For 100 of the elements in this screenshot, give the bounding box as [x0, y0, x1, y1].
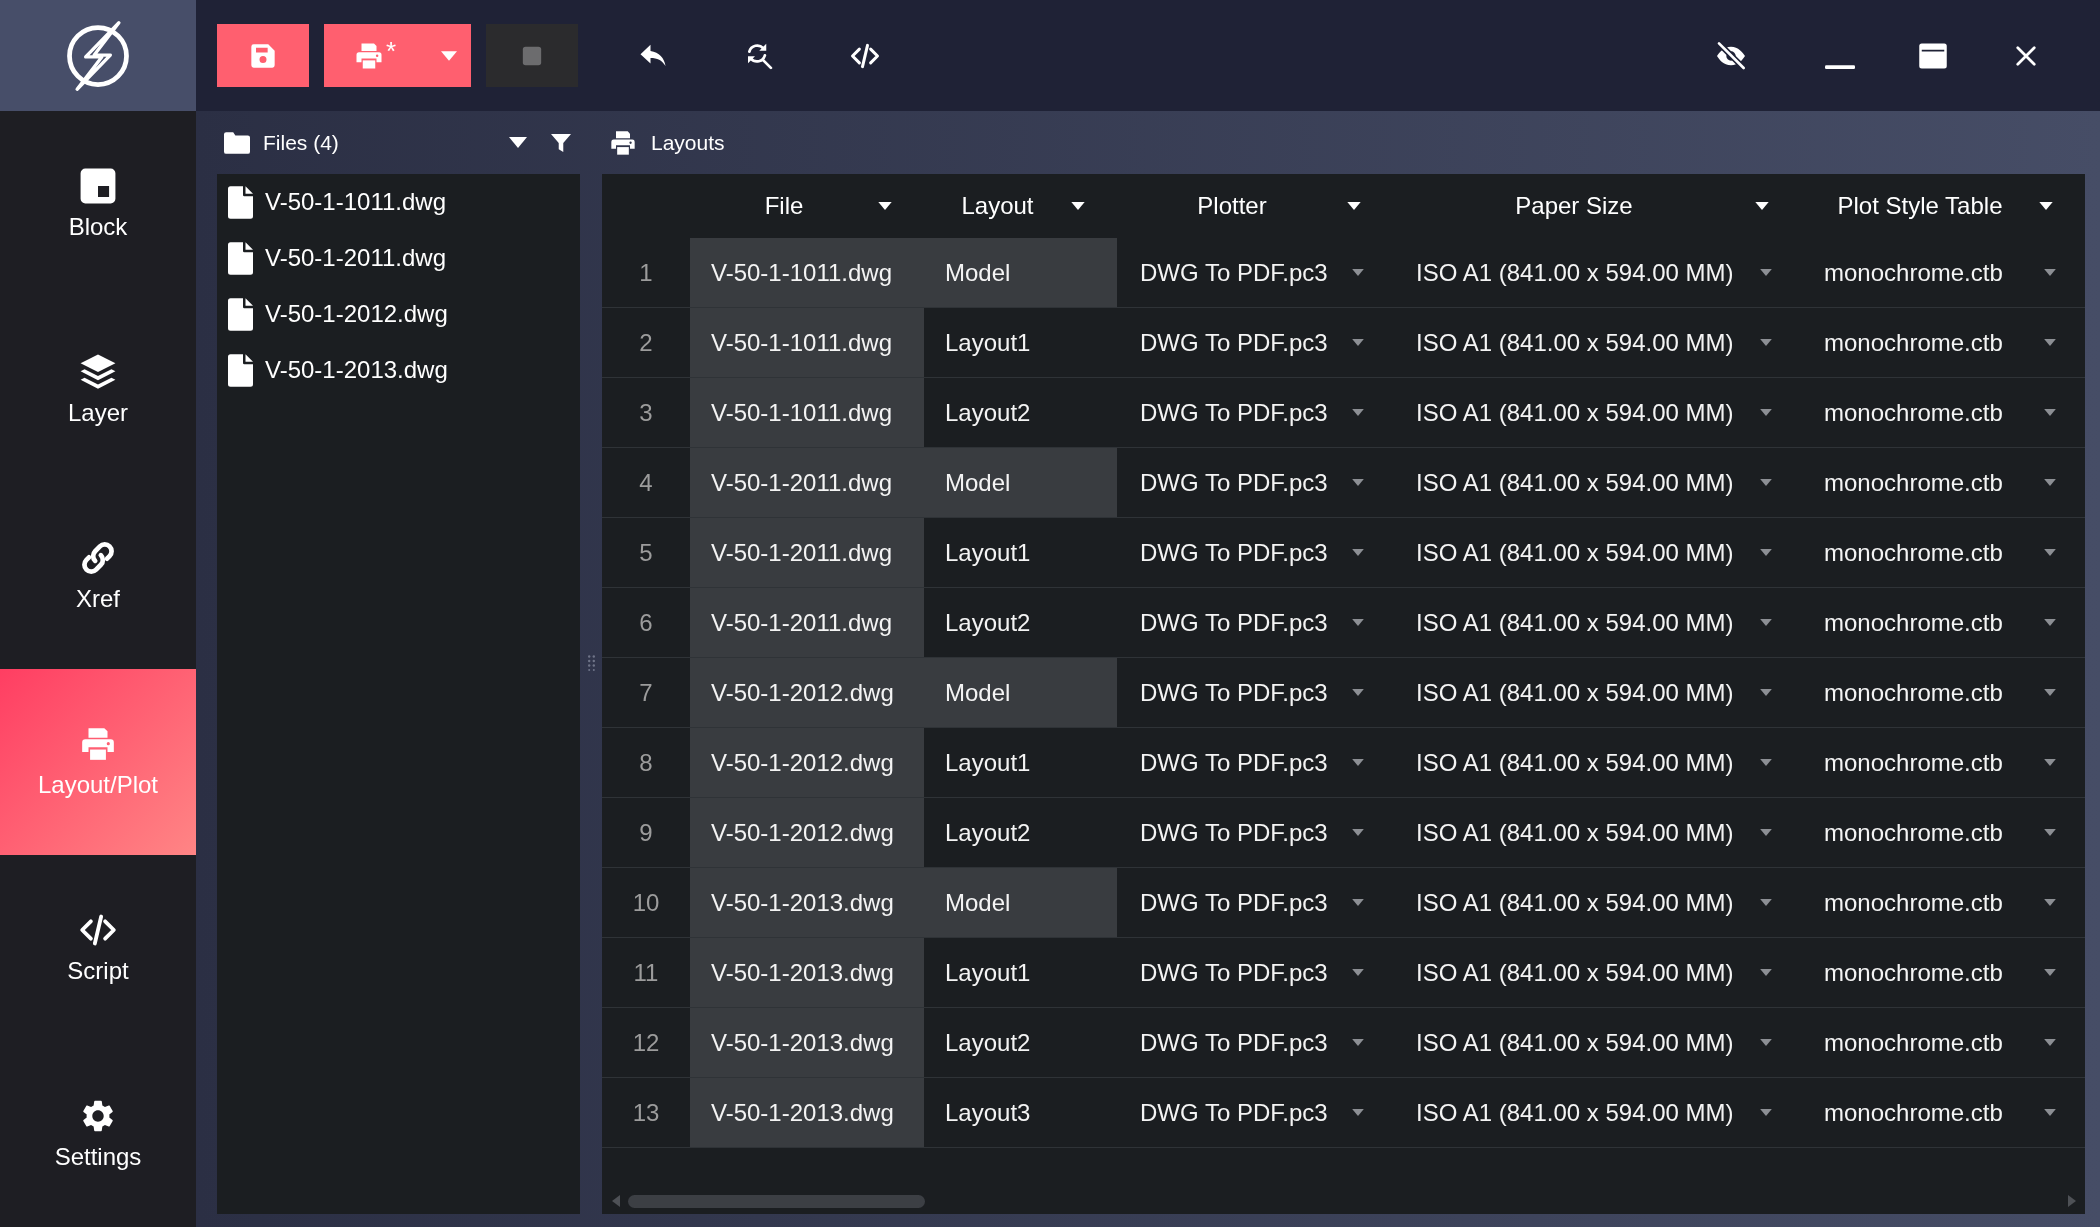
table-cell: V-50-1-2011.dwg: [690, 448, 924, 517]
plotter-dropdown[interactable]: DWG To PDF.pc3: [1117, 868, 1393, 937]
caret-icon: [1352, 549, 1364, 556]
row-number: 13: [631, 1097, 661, 1128]
table-cell: Model: [924, 238, 1117, 307]
file-item[interactable]: V-50-1-2013.dwg: [217, 342, 580, 398]
column-header[interactable]: File: [690, 174, 924, 238]
caret-icon: [2044, 479, 2056, 486]
plot-style-dropdown[interactable]: monochrome.ctb: [1801, 308, 2085, 377]
file-icon: [228, 353, 253, 387]
paper-size-dropdown[interactable]: ISO A1 (841.00 x 594.00 MM): [1393, 938, 1801, 1007]
caret-icon: [1760, 269, 1772, 276]
paper-size-dropdown[interactable]: ISO A1 (841.00 x 594.00 MM): [1393, 1008, 1801, 1077]
plot-style-dropdown[interactable]: monochrome.ctb: [1801, 588, 2085, 657]
table-cell: Model: [924, 448, 1117, 517]
sidebar-item[interactable]: Xref: [0, 483, 196, 669]
table-cell-text: Layout2: [944, 607, 1032, 638]
row-number: 4: [638, 467, 654, 498]
file-icon: [228, 185, 253, 219]
table-cell-text: Layout1: [944, 327, 1032, 358]
plotter-dropdown[interactable]: DWG To PDF.pc3: [1117, 798, 1393, 867]
row-number: 10: [631, 887, 661, 918]
plot-style-dropdown[interactable]: monochrome.ctb: [1801, 798, 2085, 867]
plot-style-dropdown[interactable]: monochrome.ctb: [1801, 518, 2085, 587]
row-number: 2: [638, 327, 654, 358]
plotter-dropdown[interactable]: DWG To PDF.pc3: [1117, 518, 1393, 587]
splitter-handle[interactable]: [587, 654, 595, 671]
column-header[interactable]: Plotter: [1117, 174, 1393, 238]
plot-style-dropdown[interactable]: monochrome.ctb: [1801, 728, 2085, 797]
caret-icon: [2044, 759, 2056, 766]
plotter-dropdown[interactable]: DWG To PDF.pc3: [1117, 238, 1393, 307]
plot-style-dropdown[interactable]: monochrome.ctb: [1801, 238, 2085, 307]
caret-icon: [2039, 202, 2053, 210]
caret-icon: [2044, 409, 2056, 416]
plot-style-dropdown[interactable]: monochrome.ctb: [1801, 1078, 2085, 1147]
paper-size-dropdown[interactable]: ISO A1 (841.00 x 594.00 MM): [1393, 308, 1801, 377]
plotter-dropdown[interactable]: DWG To PDF.pc3: [1117, 1078, 1393, 1147]
caret-icon: [2044, 1109, 2056, 1116]
plotter-dropdown[interactable]: DWG To PDF.pc3: [1117, 378, 1393, 447]
caret-icon: [878, 202, 892, 210]
paper-size-dropdown[interactable]: ISO A1 (841.00 x 594.00 MM): [1393, 448, 1801, 517]
caret-icon: [2044, 269, 2056, 276]
paper-size-dropdown[interactable]: ISO A1 (841.00 x 594.00 MM): [1393, 728, 1801, 797]
plot-style-dropdown[interactable]: monochrome.ctb: [1801, 658, 2085, 727]
minimize-icon: [1824, 64, 1855, 69]
sidebar-item[interactable]: Settings: [0, 1041, 196, 1227]
plotter-dropdown[interactable]: DWG To PDF.pc3: [1117, 588, 1393, 657]
plotter-dropdown[interactable]: DWG To PDF.pc3: [1117, 448, 1393, 517]
plot-style-dropdown[interactable]: monochrome.ctb: [1801, 448, 2085, 517]
column-header[interactable]: Paper Size: [1393, 174, 1801, 238]
table-cell-text: Layout1: [944, 747, 1032, 778]
plotter-dropdown[interactable]: DWG To PDF.pc3: [1117, 658, 1393, 727]
sidebar-item[interactable]: Layer: [0, 297, 196, 483]
row-number: 7: [638, 677, 654, 708]
file-item[interactable]: V-50-1-1011.dwg: [217, 174, 580, 230]
plot-style-dropdown[interactable]: monochrome.ctb: [1801, 938, 2085, 1007]
caret-icon: [2044, 619, 2056, 626]
folder-icon: [224, 131, 250, 154]
column-header[interactable]: Layout: [924, 174, 1117, 238]
caret-icon: [2044, 339, 2056, 346]
row-number: 3: [638, 397, 654, 428]
file-item[interactable]: V-50-1-2011.dwg: [217, 230, 580, 286]
paper-size-dropdown[interactable]: ISO A1 (841.00 x 594.00 MM): [1393, 378, 1801, 447]
paper-size-dropdown[interactable]: ISO A1 (841.00 x 594.00 MM): [1393, 588, 1801, 657]
scrollbar-thumb[interactable]: [628, 1194, 925, 1208]
plotter-dropdown[interactable]: DWG To PDF.pc3: [1117, 938, 1393, 1007]
paper-size-dropdown[interactable]: ISO A1 (841.00 x 594.00 MM): [1393, 798, 1801, 867]
plot-style-dropdown[interactable]: monochrome.ctb: [1801, 868, 2085, 937]
caret-icon: [2044, 1039, 2056, 1046]
filter-icon: [550, 132, 572, 153]
table-cell-text: Layout2: [944, 817, 1032, 848]
plot-style-dropdown[interactable]: monochrome.ctb: [1801, 378, 2085, 447]
file-item[interactable]: V-50-1-2012.dwg: [217, 286, 580, 342]
plot-style-dropdown[interactable]: monochrome.ctb: [1801, 1008, 2085, 1077]
caret-icon: [1760, 619, 1772, 626]
column-header[interactable]: Plot Style Table: [1801, 174, 2085, 238]
table-cell: V-50-1-2012.dwg: [690, 728, 924, 797]
sidebar-item[interactable]: Block: [0, 111, 196, 297]
paper-size-dropdown[interactable]: ISO A1 (841.00 x 594.00 MM): [1393, 658, 1801, 727]
caret-icon: [2044, 549, 2056, 556]
save-button[interactable]: [217, 24, 309, 87]
plotter-dropdown[interactable]: DWG To PDF.pc3: [1117, 308, 1393, 377]
paper-size-dropdown[interactable]: ISO A1 (841.00 x 594.00 MM): [1393, 868, 1801, 937]
caret-icon: [1352, 689, 1364, 696]
paper-size-dropdown[interactable]: ISO A1 (841.00 x 594.00 MM): [1393, 238, 1801, 307]
table-cell: V-50-1-1011.dwg: [690, 238, 924, 307]
caret-icon: [1352, 479, 1364, 486]
link-icon: [79, 539, 117, 577]
close-icon: [2014, 44, 2037, 67]
caret-icon: [1352, 1109, 1364, 1116]
plotter-dropdown[interactable]: DWG To PDF.pc3: [1117, 728, 1393, 797]
row-number: 6: [638, 607, 654, 638]
table-cell: V-50-1-2013.dwg: [690, 1008, 924, 1077]
panel-title: Layouts: [651, 130, 725, 155]
caret-icon: [1352, 619, 1364, 626]
plotter-dropdown[interactable]: DWG To PDF.pc3: [1117, 1008, 1393, 1077]
sidebar-item[interactable]: Script: [0, 855, 196, 1041]
paper-size-dropdown[interactable]: ISO A1 (841.00 x 594.00 MM): [1393, 518, 1801, 587]
paper-size-dropdown[interactable]: ISO A1 (841.00 x 594.00 MM): [1393, 1078, 1801, 1147]
eye-slash-icon: [1714, 39, 1747, 72]
